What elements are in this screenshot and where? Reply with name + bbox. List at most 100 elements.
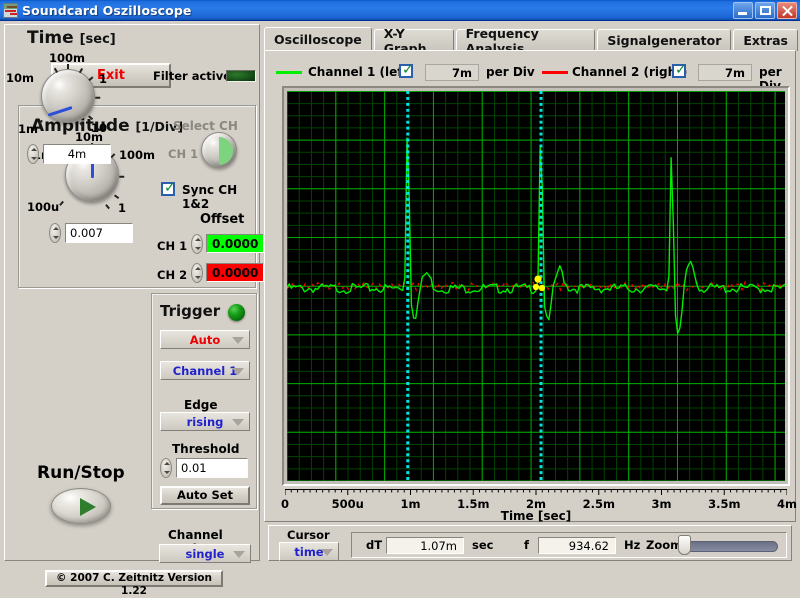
x-tick-label-6: 3m <box>651 497 672 511</box>
offset-ch2-value[interactable]: 0.0000 <box>206 263 264 282</box>
x-tick-label-3: 1.5m <box>457 497 490 511</box>
x-tick-label-8: 4m <box>777 497 797 511</box>
tab-extras[interactable]: Extras <box>733 29 798 51</box>
channel-1-color-swatch <box>276 71 302 74</box>
copyright-label: © 2007 C. Zeitnitz Version 1.22 <box>45 570 223 597</box>
x-tick-label-1: 500u <box>331 497 364 511</box>
chevron-down-icon <box>321 549 333 556</box>
trigger-edge-label: Edge <box>184 398 218 412</box>
oscilloscope-icon <box>3 2 18 18</box>
run-stop-label: Run/Stop <box>37 463 125 483</box>
threshold-value-field[interactable]: 0.01 <box>176 458 248 478</box>
left-control-panel: Exit Filter active Amplitude [1/Div] 10m… <box>4 24 264 597</box>
trigger-title: Trigger <box>160 302 221 320</box>
knob-tick <box>59 201 64 206</box>
time-knob-label-100m: 100m <box>49 51 85 65</box>
channel-2-color-swatch <box>542 71 568 74</box>
x-tick-label-7: 3.5m <box>708 497 741 511</box>
knob-tick <box>119 175 125 178</box>
waveform-plot[interactable] <box>287 91 785 481</box>
knob-tick <box>95 96 101 99</box>
dt-value: 1.07m <box>386 537 464 554</box>
amplitude-value-field[interactable]: 0.007 <box>65 223 133 243</box>
channel-2-label: Channel 2 (right) <box>572 65 688 79</box>
measurement-readouts: dT 1.07m sec f 934.62 Hz Zoom <box>351 532 787 558</box>
threshold-stepper[interactable] <box>160 458 172 478</box>
window-controls <box>733 1 797 19</box>
time-knob-label-10: 10 <box>91 121 108 135</box>
waveform-plot-frame <box>282 86 790 486</box>
time-knob[interactable] <box>41 69 95 123</box>
auto-set-button[interactable]: Auto Set <box>160 486 250 505</box>
offset-ch2-label: CH 2 <box>157 268 188 282</box>
x-axis-title: Time [sec] <box>500 509 572 523</box>
knob-tick <box>114 194 120 199</box>
run-stop-button[interactable] <box>51 488 111 524</box>
channel-1-label: Channel 1 (left) <box>308 65 414 79</box>
channel-2-per-div-field[interactable]: 7m <box>698 64 752 81</box>
select-ch-knob-indicator <box>219 137 233 165</box>
amplitude-knob-label-1: 1 <box>118 201 127 215</box>
zoom-slider-handle[interactable] <box>678 535 691 555</box>
dt-unit: sec <box>472 538 494 552</box>
x-tick-label-0: 0 <box>280 497 290 511</box>
chevron-down-icon <box>232 368 244 375</box>
chevron-down-icon <box>232 337 244 344</box>
play-icon <box>80 498 96 516</box>
filter-active-indicator[interactable] <box>226 70 256 82</box>
tab-oscilloscope[interactable]: Oscilloscope <box>264 27 372 51</box>
frequency-value: 934.62 <box>538 537 616 554</box>
channel-1-checkbox[interactable] <box>399 62 414 78</box>
trigger-source-dropdown[interactable]: Channel 1 <box>160 361 250 380</box>
offset-ch1-stepper[interactable] <box>191 234 203 254</box>
trigger-edge-dropdown[interactable]: rising <box>160 412 250 431</box>
x-tick-label-5: 2.5m <box>582 497 615 511</box>
frequency-label: f <box>524 538 530 552</box>
offset-label: Offset <box>200 212 245 227</box>
amplitude-knob-label-100u: 100u <box>27 200 60 214</box>
trigger-threshold-label: Threshold <box>172 442 240 456</box>
time-value-field[interactable]: 4m <box>43 144 111 164</box>
knob-tick <box>105 204 110 209</box>
zoom-slider-track[interactable] <box>682 541 778 552</box>
chevron-down-icon <box>233 551 245 558</box>
channel-1-per-div-label: per Div <box>486 65 535 79</box>
time-knob-label-1m: 1m <box>18 122 38 136</box>
offset-ch1-label: CH 1 <box>157 239 188 253</box>
cursor-mode-dropdown[interactable]: time <box>279 542 339 561</box>
sync-channels-checkbox[interactable] <box>161 180 176 196</box>
trigger-indicator-led <box>228 304 245 321</box>
select-ch-knob[interactable] <box>201 132 237 168</box>
select-ch-label: Select CH <box>173 119 238 133</box>
tab-bar: Oscilloscope X-Y Graph Frequency Analysi… <box>264 26 800 56</box>
offset-ch1-value[interactable]: 0.0000 <box>206 234 264 253</box>
waveform-svg <box>287 91 785 481</box>
status-bar: Cursor time dT 1.07m sec f 934.62 Hz Zoo… <box>268 525 792 561</box>
time-stepper[interactable] <box>27 144 39 164</box>
channel-mode-dropdown[interactable]: single <box>159 544 251 563</box>
trigger-mode-dropdown[interactable]: Auto <box>160 330 250 349</box>
maximize-button[interactable] <box>755 1 775 19</box>
close-button[interactable] <box>777 1 797 19</box>
window-title: Soundcard Oszilloscope <box>22 2 192 18</box>
tab-frequency-analysis[interactable]: Frequency Analysis <box>455 26 596 56</box>
offset-ch2-stepper[interactable] <box>191 263 203 283</box>
amplitude-stepper[interactable] <box>49 223 61 243</box>
x-tick-label-2: 1m <box>400 497 421 511</box>
filter-active-label: Filter active <box>153 69 232 83</box>
chevron-down-icon <box>232 419 244 426</box>
tab-signalgenerator[interactable]: Signalgenerator <box>597 29 732 51</box>
channel-1-per-div-field[interactable]: 7m <box>425 64 479 81</box>
select-ch-value: CH 1 <box>168 147 199 161</box>
x-axis-ticks <box>285 489 787 495</box>
dt-label: dT <box>366 538 383 552</box>
minimize-button[interactable] <box>733 1 753 19</box>
frequency-unit: Hz <box>624 538 641 552</box>
application-window: Soundcard Oszilloscope Exit Filter activ… <box>0 0 800 597</box>
tab-xy-graph[interactable]: X-Y Graph <box>373 26 454 56</box>
amplitude-knob-label-100m: 100m <box>119 148 155 162</box>
cursor-label: Cursor <box>287 528 330 542</box>
channel-2-checkbox[interactable] <box>672 62 687 78</box>
trigger-group: Trigger Auto Channel 1 Edge rising Thres… <box>151 293 257 509</box>
time-title: Time [sec] <box>27 28 116 48</box>
